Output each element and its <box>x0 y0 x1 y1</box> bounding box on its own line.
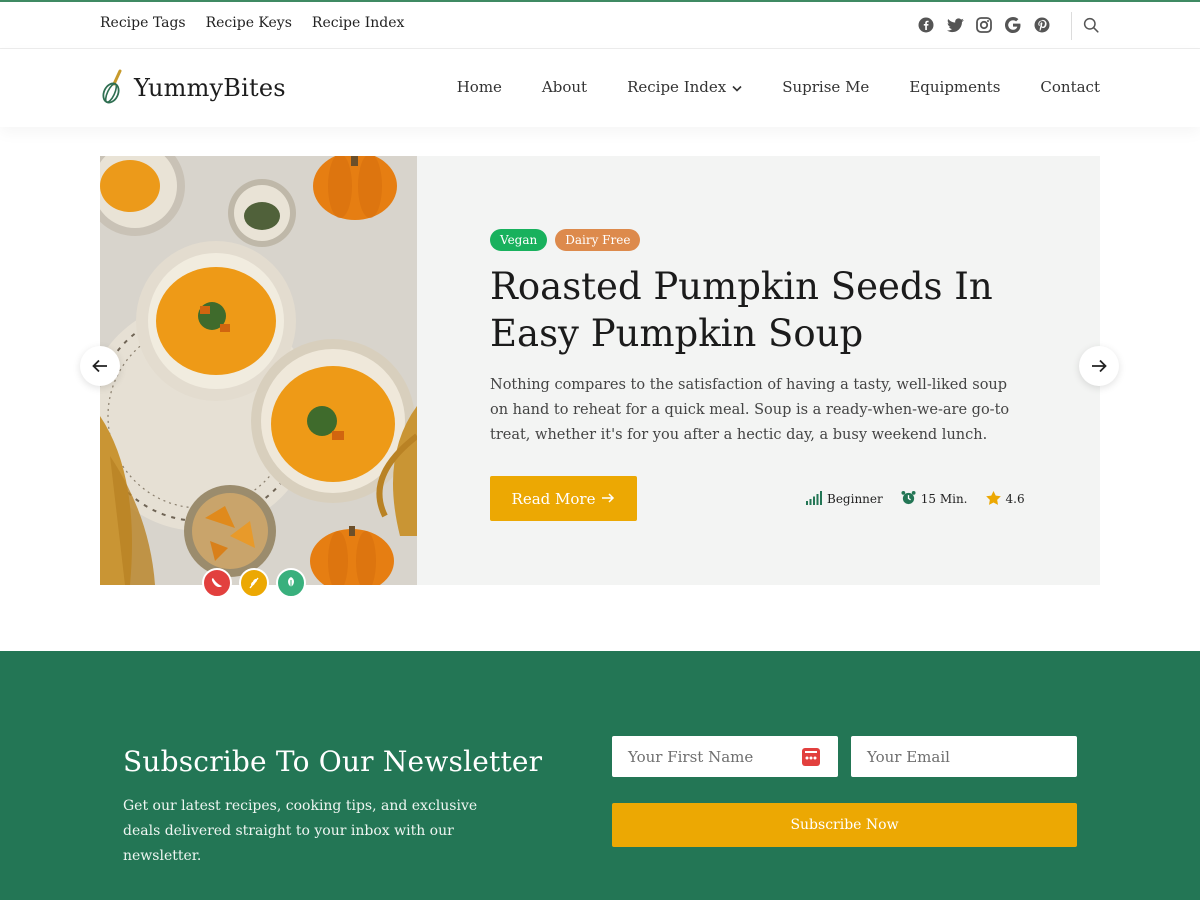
rating-value: 4.6 <box>1005 492 1025 506</box>
featured-recipe-slide: Vegan Dairy Free Roasted Pumpkin Seeds I… <box>100 156 1100 585</box>
newsletter-description: Get our latest recipes, cooking tips, an… <box>123 798 478 864</box>
leaf-icon[interactable] <box>276 568 306 598</box>
nav-surprise-me-label: Suprise Me <box>782 78 870 96</box>
logo-text: YummyBites <box>134 74 286 102</box>
rating-meta: 4.6 <box>985 490 1025 508</box>
pinterest-icon[interactable] <box>1033 16 1051 34</box>
recipe-description: Nothing compares to the satisfaction of … <box>490 377 1010 443</box>
nav-equipments[interactable]: Equipments <box>909 78 1000 96</box>
social-links <box>917 16 1051 34</box>
nav-contact[interactable]: Contact <box>1040 78 1100 96</box>
tag-dairy-free[interactable]: Dairy Free <box>555 229 641 251</box>
wheat-icon[interactable] <box>239 568 269 598</box>
whisk-icon <box>100 67 128 109</box>
first-name-placeholder: Your First Name <box>628 747 754 766</box>
nav-home[interactable]: Home <box>457 78 502 96</box>
subscribe-button[interactable]: Subscribe Now <box>612 803 1077 847</box>
chevron-down-icon <box>732 78 742 96</box>
top-link-recipe-index[interactable]: Recipe Index <box>312 15 405 31</box>
nav-about[interactable]: About <box>542 78 587 96</box>
newsletter-section: Subscribe To Our Newsletter Get our late… <box>0 651 1200 900</box>
facebook-icon[interactable] <box>917 16 935 34</box>
nav-home-label: Home <box>456 78 502 96</box>
read-more-button[interactable]: Read More <box>490 476 637 521</box>
tag-vegan[interactable]: Vegan <box>490 229 548 251</box>
top-divider <box>1071 12 1072 40</box>
autofill-icon[interactable] <box>802 748 820 770</box>
slider-prev-button[interactable] <box>80 346 120 386</box>
email-field[interactable]: Your Email <box>851 736 1077 777</box>
signal-bars-icon <box>806 490 822 508</box>
nav-recipe-index-label: Recipe Index <box>627 78 727 96</box>
email-placeholder: Your Email <box>867 747 950 766</box>
nav-equipments-label: Equipments <box>909 78 1001 96</box>
twitter-icon[interactable] <box>946 16 964 34</box>
recipe-diet-badges <box>202 568 306 598</box>
nav-recipe-index[interactable]: Recipe Index <box>627 78 742 96</box>
main-nav: Home About Recipe Index Suprise Me Equip… <box>457 78 1100 96</box>
slider-next-button[interactable] <box>1079 346 1119 386</box>
top-bar: Recipe Tags Recipe Keys Recipe Index <box>0 0 1200 49</box>
recipe-actions: Read More Beginner 15 Min. 4.6 <box>490 476 1030 522</box>
recipe-meta: Beginner 15 Min. 4.6 <box>806 490 1025 508</box>
google-icon[interactable] <box>1004 16 1022 34</box>
recipe-tags: Vegan Dairy Free <box>490 229 1030 251</box>
main-header: YummyBites Home About Recipe Index Supri… <box>0 49 1200 127</box>
arrow-right-icon <box>1092 359 1107 373</box>
read-more-label: Read More <box>511 489 596 508</box>
recipe-title[interactable]: Roasted Pumpkin Seeds In Easy Pumpkin So… <box>490 263 1030 357</box>
difficulty-meta: Beginner <box>806 490 883 508</box>
top-link-recipe-keys[interactable]: Recipe Keys <box>206 15 292 31</box>
nav-contact-label: Contact <box>1040 78 1100 96</box>
time-meta: 15 Min. <box>901 490 968 508</box>
arrow-left-icon <box>92 359 107 373</box>
difficulty-label: Beginner <box>827 492 883 506</box>
newsletter-title: Subscribe To Our Newsletter <box>123 745 543 778</box>
first-name-field[interactable]: Your First Name <box>612 736 838 777</box>
nav-about-label: About <box>541 78 588 96</box>
time-label: 15 Min. <box>920 492 968 506</box>
recipe-image[interactable] <box>100 156 417 585</box>
search-icon[interactable] <box>1083 17 1101 35</box>
site-logo[interactable]: YummyBites <box>100 67 286 109</box>
top-links: Recipe Tags Recipe Keys Recipe Index <box>100 15 404 31</box>
recipe-content: Vegan Dairy Free Roasted Pumpkin Seeds I… <box>490 229 1030 522</box>
star-icon <box>985 490 1001 508</box>
instagram-icon[interactable] <box>975 16 993 34</box>
alarm-clock-icon <box>901 490 916 508</box>
top-link-recipe-tags[interactable]: Recipe Tags <box>100 15 186 31</box>
arrow-right-icon <box>601 490 615 508</box>
chili-icon[interactable] <box>202 568 232 598</box>
nav-surprise-me[interactable]: Suprise Me <box>782 78 869 96</box>
